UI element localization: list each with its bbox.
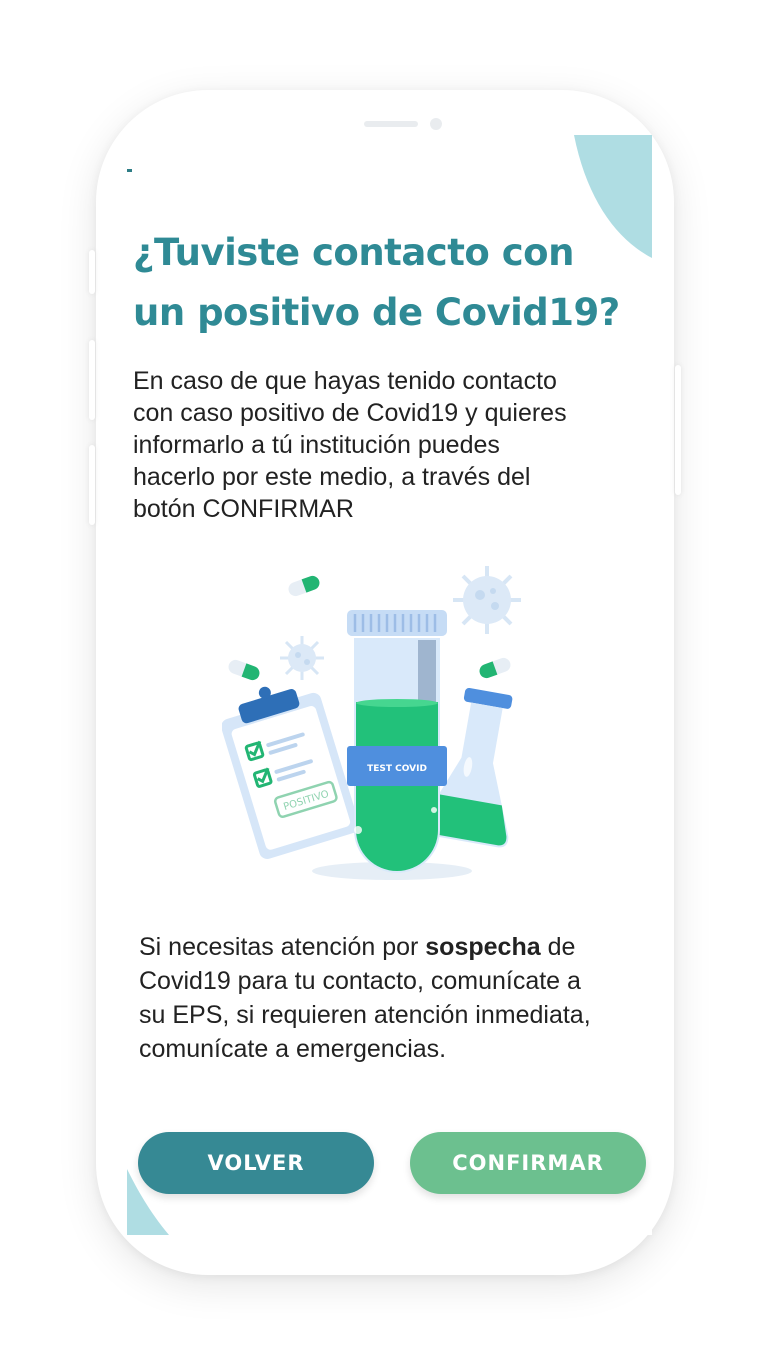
title-line: ¿Tuviste contacto con bbox=[133, 231, 574, 274]
tube-label: TEST COVID bbox=[367, 764, 427, 774]
clipboard-icon: POSITIVO bbox=[222, 686, 360, 859]
notice-line: Covid19 para tu contacto, comunícate a bbox=[139, 967, 581, 995]
confirm-button[interactable]: CONFIRMAR bbox=[410, 1132, 646, 1194]
page-title: ¿Tuviste contacto con un positivo de Cov… bbox=[133, 223, 648, 343]
intro-line: informarlo a tú institución puedes bbox=[133, 431, 500, 459]
notice-text-part: Si necesitas atención por bbox=[139, 933, 426, 961]
notice-line: comunícate a emergencias. bbox=[139, 1035, 447, 1063]
back-button[interactable]: VOLVER bbox=[138, 1132, 374, 1194]
pill-icon bbox=[479, 657, 511, 679]
intro-line: con caso positivo de Covid19 y quieres bbox=[133, 399, 567, 427]
phone-side-button bbox=[675, 365, 681, 495]
phone-side-button bbox=[89, 250, 95, 294]
screen: ¿Tuviste contacto con un positivo de Cov… bbox=[127, 135, 652, 1235]
notice-text: Si necesitas atención por sospecha de Co… bbox=[139, 930, 644, 1066]
test-tube-icon: TEST COVID bbox=[347, 610, 447, 873]
phone-camera bbox=[430, 118, 442, 130]
covid-test-illustration: POSITIVO TEST COVID bbox=[222, 566, 521, 880]
title-line: un positivo de Covid19? bbox=[133, 291, 620, 334]
pill-icon bbox=[288, 575, 320, 597]
virus-icon bbox=[453, 566, 521, 634]
notice-bold-word: sospecha bbox=[425, 933, 541, 961]
confirm-button-label: CONFIRMAR bbox=[452, 1151, 604, 1175]
notice-line: su EPS, si requieren atención inmediata, bbox=[139, 1001, 591, 1029]
phone-speaker bbox=[364, 121, 418, 127]
decorative-mark bbox=[127, 169, 132, 172]
virus-icon bbox=[280, 636, 324, 680]
intro-line: En caso de que hayas tenido contacto bbox=[133, 367, 557, 395]
intro-text: En caso de que hayas tenido contacto con… bbox=[133, 365, 633, 525]
back-button-label: VOLVER bbox=[207, 1151, 305, 1175]
notice-line: Si necesitas atención por sospecha de bbox=[139, 930, 644, 964]
phone-side-button bbox=[89, 445, 95, 525]
intro-line: hacerlo por este medio, a través del bbox=[133, 463, 531, 491]
phone-side-button bbox=[89, 340, 95, 420]
notice-text-part: de bbox=[540, 933, 576, 961]
intro-line: botón CONFIRMAR bbox=[133, 495, 354, 523]
pill-icon bbox=[228, 659, 260, 681]
